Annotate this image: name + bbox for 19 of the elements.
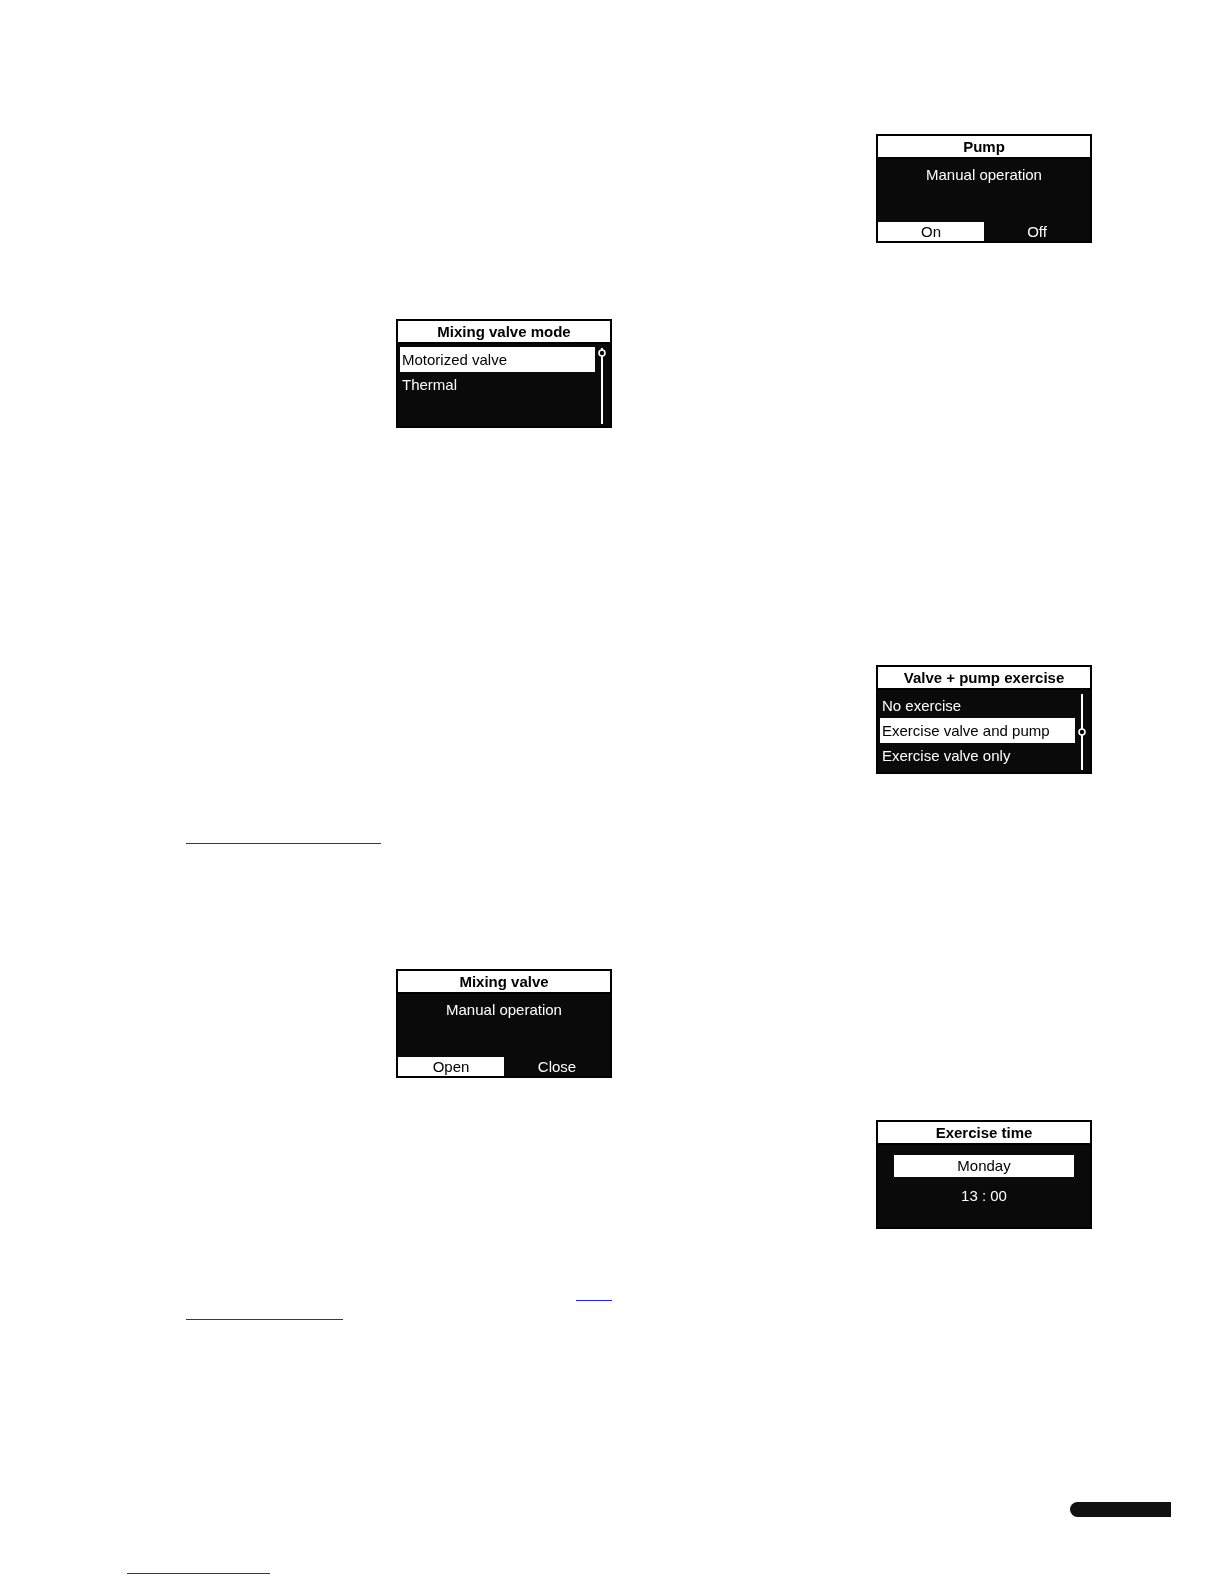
menu-item[interactable]: Motorized valve	[400, 347, 595, 372]
screen-option[interactable]: Open	[398, 1057, 504, 1076]
time-value: 13 : 00	[961, 1187, 1007, 1205]
screen-title: Valve + pump exercise	[878, 667, 1090, 690]
screen-message: Manual operation	[445, 1001, 563, 1019]
screen-title: Mixing valve mode	[398, 321, 610, 344]
link-underline	[576, 1300, 612, 1301]
screen-option[interactable]: Close	[504, 1057, 610, 1076]
screen-title: Exercise time	[878, 1122, 1090, 1145]
screen-option[interactable]: On	[878, 222, 984, 241]
screen-option[interactable]: Off	[984, 222, 1090, 241]
menu-item[interactable]: Exercise valve only	[880, 743, 1075, 768]
menu-item[interactable]: No exercise	[880, 693, 1075, 718]
menu-item[interactable]: Thermal	[400, 372, 595, 397]
screen-title: Mixing valve	[398, 971, 610, 994]
screen-message: Manual operation	[925, 166, 1043, 184]
screen-title: Pump	[878, 136, 1090, 159]
menu-item[interactable]: Exercise valve and pump	[880, 718, 1075, 743]
day-field: Monday	[894, 1155, 1074, 1177]
